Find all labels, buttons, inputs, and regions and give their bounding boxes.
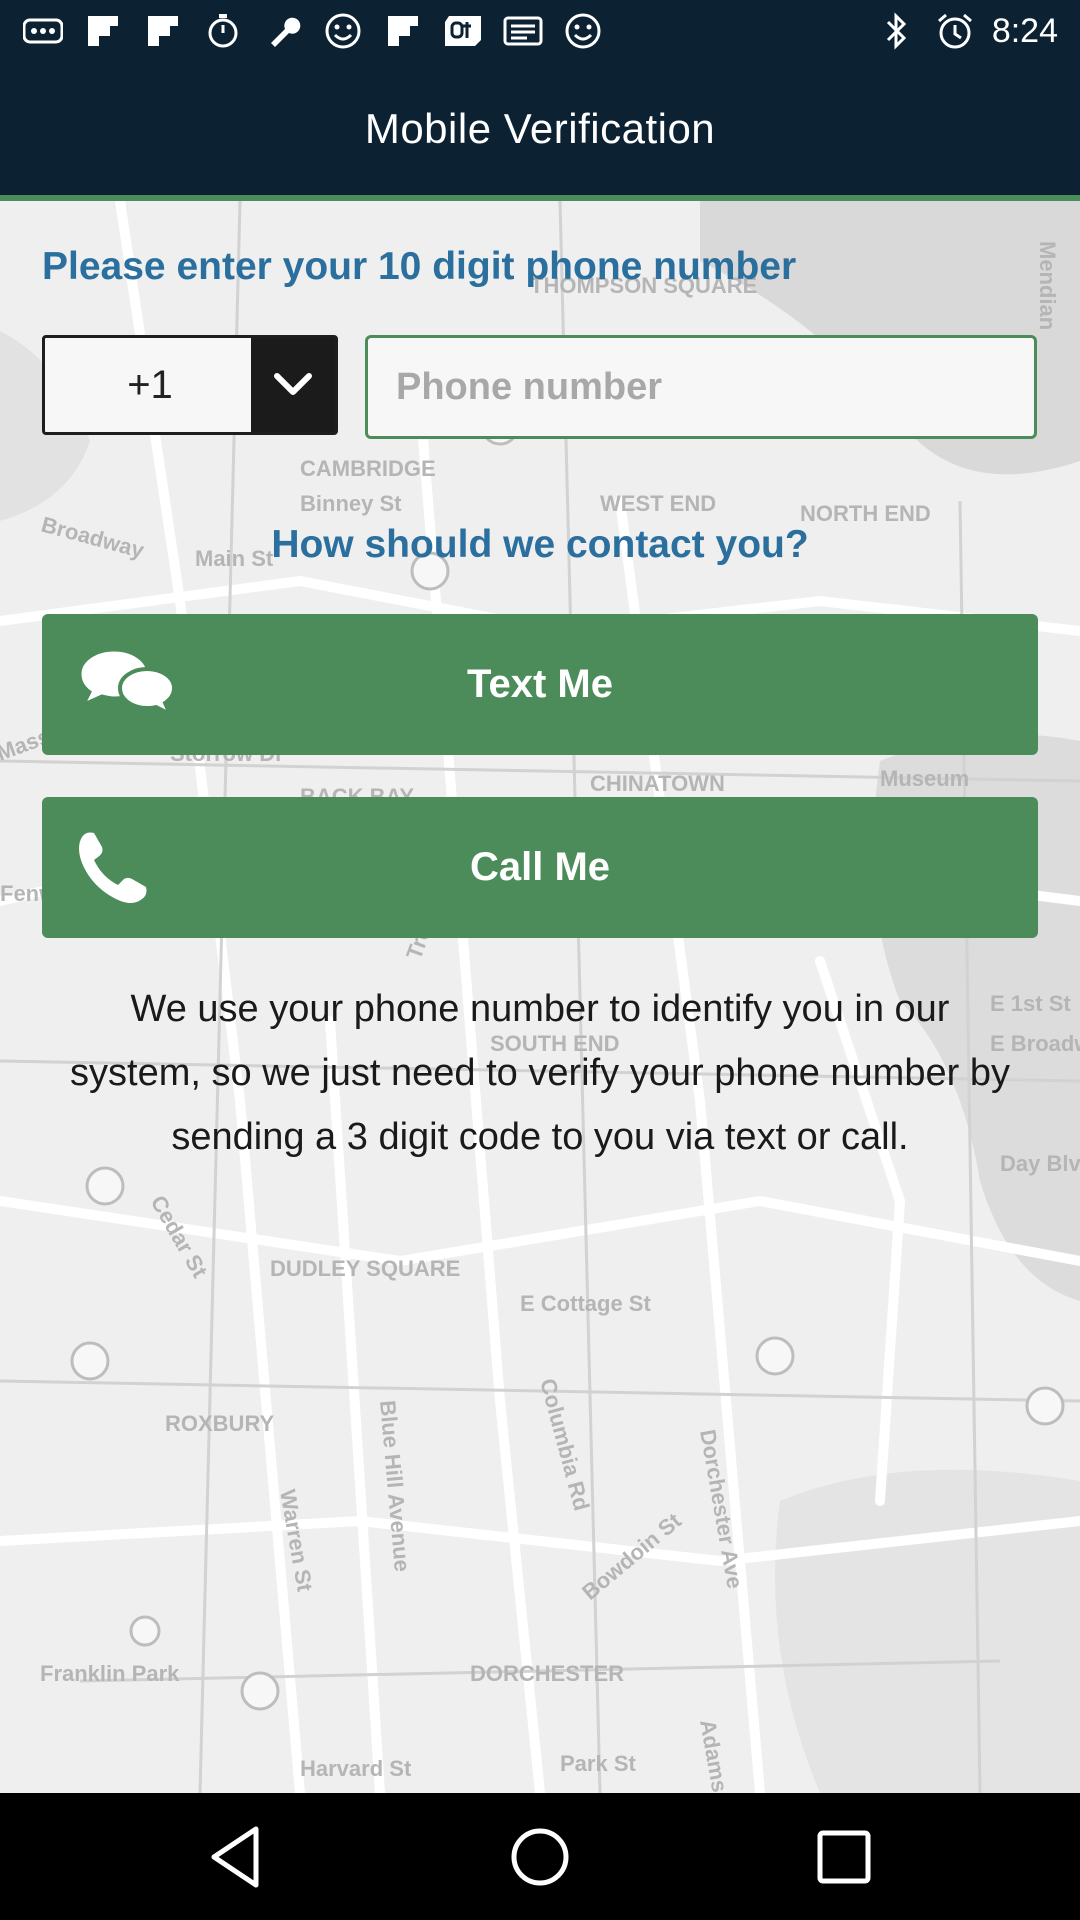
smiley-icon bbox=[322, 10, 364, 52]
map-label: DUDLEY SQUARE bbox=[270, 1256, 460, 1281]
map-label: ROXBURY bbox=[165, 1411, 275, 1436]
news-icon bbox=[502, 10, 544, 52]
stopwatch-icon bbox=[202, 10, 244, 52]
chat-bubbles-icon bbox=[78, 648, 172, 718]
notification-icons bbox=[22, 10, 604, 52]
status-time: 8:24 bbox=[991, 12, 1058, 50]
map-label: Day Blvd bbox=[1000, 1151, 1080, 1176]
map-label: E Cottage St bbox=[520, 1291, 651, 1316]
home-icon[interactable] bbox=[504, 1821, 576, 1893]
content-area: THOMPSON SQUARE CAMBRIDGE Binney St WEST… bbox=[0, 201, 1080, 1793]
country-code-select[interactable]: +1 bbox=[42, 335, 338, 435]
map-label: Harvard St bbox=[300, 1756, 412, 1781]
wrench-icon bbox=[262, 10, 304, 52]
map-label: Franklin Park bbox=[40, 1661, 180, 1686]
map-label: Park St bbox=[560, 1751, 636, 1776]
call-me-button[interactable]: Call Me bbox=[42, 797, 1038, 938]
chevron-down-icon bbox=[274, 373, 312, 395]
alarm-icon bbox=[934, 10, 976, 52]
map-label: Binney St bbox=[300, 491, 402, 516]
country-code-value: +1 bbox=[127, 363, 173, 407]
status-bar: 8:24 bbox=[0, 0, 1080, 62]
bluetooth-icon bbox=[876, 10, 918, 52]
phone-prompt: Please enter your 10 digit phone number bbox=[42, 245, 797, 288]
map-label: CAMBRIDGE bbox=[300, 456, 436, 481]
phone-icon bbox=[79, 832, 147, 903]
contact-method-question: How should we contact you? bbox=[271, 523, 809, 566]
smiley-icon bbox=[562, 10, 604, 52]
more-icon bbox=[22, 10, 64, 52]
recents-icon[interactable] bbox=[808, 1821, 880, 1893]
call-me-label: Call Me bbox=[469, 845, 611, 889]
map-label: CHINATOWN bbox=[590, 771, 725, 796]
map-label: Museum bbox=[880, 766, 969, 791]
flipboard-icon bbox=[382, 10, 424, 52]
map-label: Mendian bbox=[1035, 241, 1060, 330]
map-label: WEST END bbox=[600, 491, 716, 516]
text-me-button[interactable]: Text Me bbox=[42, 614, 1038, 755]
navigation-bar bbox=[0, 1793, 1080, 1920]
country-code-dropdown-button[interactable] bbox=[251, 338, 335, 432]
info-text: We use your phone number to identify you… bbox=[70, 988, 1010, 1158]
page-title: Mobile Verification bbox=[364, 105, 716, 152]
map-label: DORCHESTER bbox=[470, 1661, 624, 1686]
text-me-label: Text Me bbox=[467, 662, 613, 706]
flipboard-icon bbox=[82, 10, 124, 52]
qt-icon bbox=[442, 10, 484, 52]
flipboard-icon bbox=[142, 10, 184, 52]
app-header: Mobile Verification bbox=[0, 62, 1080, 201]
back-icon[interactable] bbox=[200, 1821, 272, 1893]
system-status: 8:24 bbox=[876, 8, 1058, 54]
phone-number-input[interactable] bbox=[365, 335, 1037, 439]
